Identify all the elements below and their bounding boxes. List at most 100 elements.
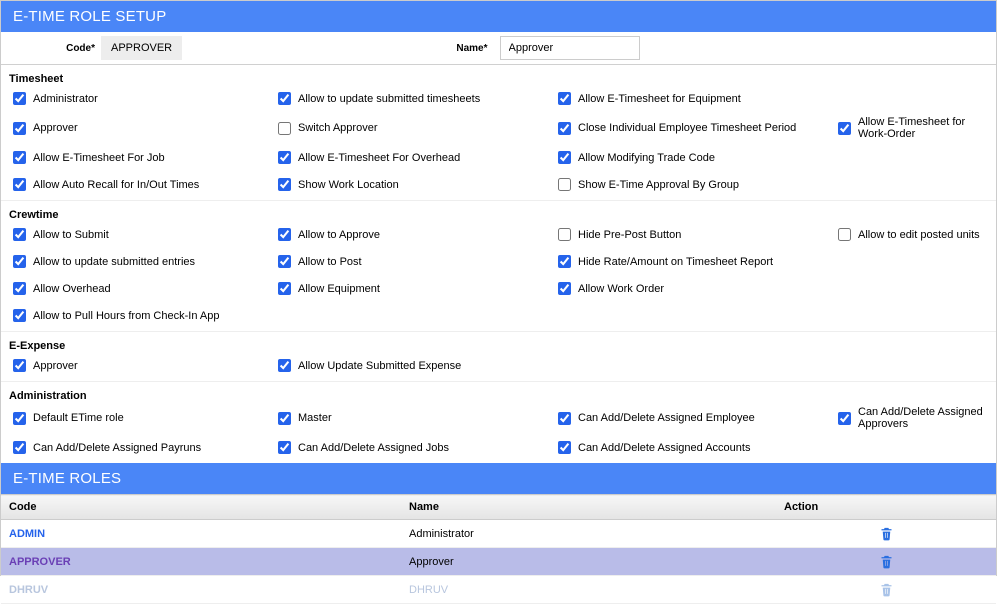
lbl: Allow to update submitted timesheets xyxy=(298,93,480,105)
opt-ct-edit-posted[interactable]: Allow to edit posted units xyxy=(834,225,988,244)
chk-ct-equipment[interactable] xyxy=(278,282,291,295)
name-field[interactable] xyxy=(500,36,640,60)
col-action[interactable]: Action xyxy=(776,495,996,520)
chk-ad-employee[interactable] xyxy=(558,412,571,425)
eexpense-options: Approver Allow Update Submitted Expense xyxy=(1,356,996,382)
lbl: Allow to Approve xyxy=(298,229,380,241)
trash-icon[interactable] xyxy=(879,554,894,569)
lbl: Default ETime role xyxy=(33,412,124,424)
cell-name: Approver xyxy=(401,548,776,576)
opt-ts-trade-code[interactable]: Allow Modifying Trade Code xyxy=(554,148,834,167)
chk-ts-update-submitted[interactable] xyxy=(278,92,291,105)
lbl: Master xyxy=(298,412,332,424)
col-name[interactable]: Name xyxy=(401,495,776,520)
opt-ct-equipment[interactable]: Allow Equipment xyxy=(274,279,554,298)
opt-ee-approver[interactable]: Approver xyxy=(9,356,274,375)
table-row[interactable]: ADMIN Administrator xyxy=(1,520,996,548)
opt-ts-auto-recall[interactable]: Allow Auto Recall for In/Out Times xyxy=(9,175,274,194)
chk-ct-update-submitted[interactable] xyxy=(13,255,26,268)
lbl: Allow to Post xyxy=(298,256,362,268)
eexpense-section-title: E-Expense xyxy=(1,332,996,356)
chk-ts-auto-recall[interactable] xyxy=(13,178,26,191)
opt-ad-approvers[interactable]: Can Add/Delete Assigned Approvers xyxy=(834,406,988,430)
lbl: Administrator xyxy=(33,93,98,105)
lbl: Allow to update submitted entries xyxy=(33,256,195,268)
opt-ct-overhead[interactable]: Allow Overhead xyxy=(9,279,274,298)
opt-ad-employee[interactable]: Can Add/Delete Assigned Employee xyxy=(554,406,834,430)
chk-ct-submit[interactable] xyxy=(13,228,26,241)
admin-section-title: Administration xyxy=(1,382,996,406)
cell-name: DHRUV xyxy=(401,576,776,604)
chk-ad-default[interactable] xyxy=(13,412,26,425)
opt-ct-update-submitted[interactable]: Allow to update submitted entries xyxy=(9,252,274,271)
opt-ct-submit[interactable]: Allow to Submit xyxy=(9,225,274,244)
opt-ct-workorder[interactable]: Allow Work Order xyxy=(554,279,834,298)
chk-ts-trade-code[interactable] xyxy=(558,151,571,164)
chk-ts-overhead[interactable] xyxy=(278,151,291,164)
opt-ts-approver[interactable]: Approver xyxy=(9,116,274,140)
chk-ct-edit-posted[interactable] xyxy=(838,228,851,241)
chk-ct-post[interactable] xyxy=(278,255,291,268)
opt-ad-accounts[interactable]: Can Add/Delete Assigned Accounts xyxy=(554,438,834,457)
opt-ts-administrator[interactable]: Administrator xyxy=(9,89,274,108)
opt-ts-equipment[interactable]: Allow E-Timesheet for Equipment xyxy=(554,89,834,108)
lbl: Can Add/Delete Assigned Jobs xyxy=(298,442,449,454)
chk-ts-job[interactable] xyxy=(13,151,26,164)
opt-ad-master[interactable]: Master xyxy=(274,406,554,430)
opt-ad-jobs[interactable]: Can Add/Delete Assigned Jobs xyxy=(274,438,554,457)
chk-ad-master[interactable] xyxy=(278,412,291,425)
lbl: Approver xyxy=(33,360,78,372)
opt-ts-overhead[interactable]: Allow E-Timesheet For Overhead xyxy=(274,148,554,167)
timesheet-section-title: Timesheet xyxy=(1,65,996,89)
trash-icon[interactable] xyxy=(879,582,894,597)
lbl: Show Work Location xyxy=(298,179,399,191)
opt-ct-post[interactable]: Allow to Post xyxy=(274,252,554,271)
chk-ad-jobs[interactable] xyxy=(278,441,291,454)
chk-ct-workorder[interactable] xyxy=(558,282,571,295)
lbl: Allow E-Timesheet for Equipment xyxy=(578,93,741,105)
opt-ad-payruns[interactable]: Can Add/Delete Assigned Payruns xyxy=(9,438,274,457)
chk-ad-payruns[interactable] xyxy=(13,441,26,454)
table-row[interactable]: DHRUV DHRUV xyxy=(1,576,996,604)
chk-ct-hide-prepost[interactable] xyxy=(558,228,571,241)
chk-ct-pull-hours[interactable] xyxy=(13,309,26,322)
lbl: Can Add/Delete Assigned Approvers xyxy=(858,406,988,430)
chk-ts-approval-by-group[interactable] xyxy=(558,178,571,191)
lbl: Allow Equipment xyxy=(298,283,380,295)
form-row: Code* APPROVER Name* xyxy=(1,32,996,65)
opt-ct-hide-prepost[interactable]: Hide Pre-Post Button xyxy=(554,225,834,244)
opt-ts-job[interactable]: Allow E-Timesheet For Job xyxy=(9,148,274,167)
chk-ct-hide-rate[interactable] xyxy=(558,255,571,268)
opt-ct-pull-hours[interactable]: Allow to Pull Hours from Check-In App xyxy=(9,306,274,325)
crewtime-section-title: Crewtime xyxy=(1,201,996,225)
lbl: Allow Work Order xyxy=(578,283,664,295)
chk-ts-equipment[interactable] xyxy=(558,92,571,105)
opt-ts-approval-by-group[interactable]: Show E-Time Approval By Group xyxy=(554,175,834,194)
chk-ts-workorder[interactable] xyxy=(838,122,851,135)
opt-ct-approve[interactable]: Allow to Approve xyxy=(274,225,554,244)
chk-ad-approvers[interactable] xyxy=(838,412,851,425)
opt-ts-update-submitted[interactable]: Allow to update submitted timesheets xyxy=(274,89,554,108)
chk-ts-close-period[interactable] xyxy=(558,122,571,135)
chk-ct-approve[interactable] xyxy=(278,228,291,241)
opt-ct-hide-rate[interactable]: Hide Rate/Amount on Timesheet Report xyxy=(554,252,834,271)
opt-ts-close-period[interactable]: Close Individual Employee Timesheet Peri… xyxy=(554,116,834,140)
trash-icon[interactable] xyxy=(879,526,894,541)
lbl: Switch Approver xyxy=(298,122,377,134)
opt-ts-switch-approver[interactable]: Switch Approver xyxy=(274,116,554,140)
col-code[interactable]: Code xyxy=(1,495,401,520)
chk-ts-administrator[interactable] xyxy=(13,92,26,105)
opt-ee-update-submitted[interactable]: Allow Update Submitted Expense xyxy=(274,356,554,375)
opt-ts-workorder[interactable]: Allow E-Timesheet for Work-Order xyxy=(834,116,988,140)
chk-ts-switch-approver[interactable] xyxy=(278,122,291,135)
admin-options: Default ETime role Master Can Add/Delete… xyxy=(1,406,996,463)
chk-ts-approver[interactable] xyxy=(13,122,26,135)
opt-ad-default[interactable]: Default ETime role xyxy=(9,406,274,430)
chk-ct-overhead[interactable] xyxy=(13,282,26,295)
opt-ts-work-location[interactable]: Show Work Location xyxy=(274,175,554,194)
table-row[interactable]: APPROVER Approver xyxy=(1,548,996,576)
chk-ad-accounts[interactable] xyxy=(558,441,571,454)
chk-ts-work-location[interactable] xyxy=(278,178,291,191)
chk-ee-update-submitted[interactable] xyxy=(278,359,291,372)
chk-ee-approver[interactable] xyxy=(13,359,26,372)
